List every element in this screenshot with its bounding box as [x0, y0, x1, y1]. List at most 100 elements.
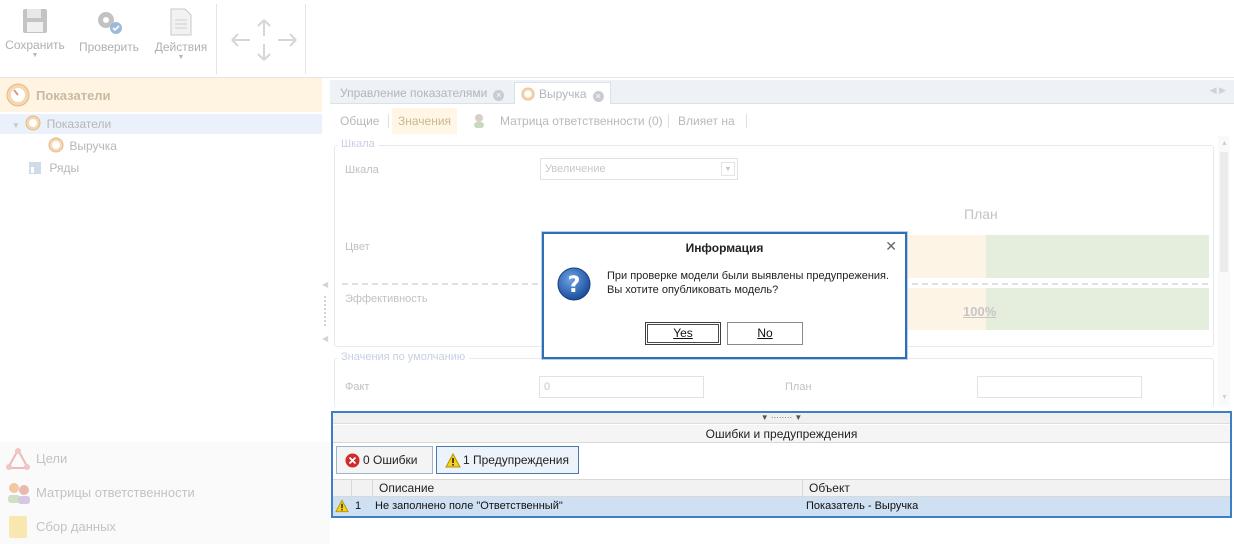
splitter-handle[interactable] [324, 296, 326, 326]
left-navigation: Показатели ▼ Показатели Выручка Ряды Цел… [0, 78, 330, 544]
scroll-down-icon[interactable]: ▼ [1221, 394, 1228, 401]
tree-item-series[interactable]: Ряды [28, 159, 79, 177]
subtab-influences[interactable]: Влияет на [672, 108, 741, 134]
warnings-filter-button[interactable]: 1 Предупреждения [436, 446, 579, 474]
warning-icon [335, 499, 349, 513]
ribbon-toolbar: Сохранить ▼ Проверить Действия ▼ [0, 0, 1234, 78]
no-button[interactable]: No [727, 322, 803, 345]
grid-header: Описание Объект [333, 479, 1230, 497]
svg-text:?: ? [568, 273, 581, 298]
subtab-responsibility-matrix[interactable]: Матрица ответственности (0) [494, 108, 669, 134]
nav-data-collection-label: Сбор данных [36, 519, 116, 534]
scale-group-title: Шкала [337, 138, 379, 150]
scale-label: Шкала [345, 164, 379, 176]
close-icon[interactable]: ✕ [885, 238, 897, 255]
tree-item-revenue[interactable]: Выручка [48, 137, 117, 155]
color-cell-plan [986, 235, 1209, 278]
plan-column-header: План [964, 206, 998, 222]
gauge-icon [6, 83, 30, 107]
check-button[interactable]: Проверить [76, 4, 142, 72]
document-tabs: Управление показателями × Выручка × ◀ ▶ [330, 80, 1234, 104]
tree-item-label: Показатели [46, 117, 112, 131]
panel-caption: Ошибки и предупреждения [333, 425, 1230, 443]
tab-indicators-management[interactable]: Управление показателями × [334, 82, 510, 104]
errors-filter-button[interactable]: 0 Ошибки [336, 446, 433, 474]
dropdown-arrow-icon: ▼ [177, 54, 185, 61]
splitter-arrow-icon[interactable]: ◀ [322, 334, 328, 343]
information-dialog: Информация ✕ ? При проверке модели были … [542, 232, 907, 359]
column-header-object[interactable]: Объект [802, 480, 1230, 497]
dialog-title: Информация [685, 241, 764, 255]
efficiency-cell-plan [986, 288, 1209, 330]
nav-data-collection[interactable]: Сбор данных [0, 510, 330, 544]
save-icon [23, 9, 47, 33]
ribbon-separator [216, 4, 217, 74]
subtab-general[interactable]: Общие [334, 108, 385, 134]
row-number: 1 [355, 500, 362, 512]
scroll-up-icon[interactable]: ▲ [1221, 140, 1228, 147]
column-header-num [351, 480, 373, 497]
dialog-message-line1: При проверке модели были выявлены предуп… [607, 270, 890, 282]
splitter-arrow-icon[interactable]: ◀ [322, 280, 328, 289]
row-object: Показатель - Выручка [806, 500, 919, 512]
expand-arrow-icon[interactable]: ▼ [12, 121, 20, 130]
gauge-icon [48, 137, 64, 153]
scale-select-value: Увеличение [545, 163, 606, 175]
actions-button[interactable]: Действия ▼ [148, 4, 214, 72]
plan-input[interactable] [977, 376, 1142, 398]
error-icon [345, 453, 360, 468]
move-arrows-icon[interactable] [228, 16, 300, 62]
tree-item-label: Выручка [69, 139, 117, 153]
yes-button[interactable]: Yes [645, 322, 721, 345]
document-icon [170, 8, 192, 36]
tab-label: Выручка [539, 87, 587, 101]
tree-item-indicators[interactable]: ▼ Показатели [12, 115, 111, 133]
people-icon [8, 483, 30, 504]
scale-select[interactable]: Увеличение ▼ [540, 158, 738, 180]
question-icon: ? [557, 267, 591, 301]
dialog-message-line2: Вы хотите опубликовать модель? [607, 284, 779, 296]
panel-splitter-grip[interactable]: ▼ ········ ▼ [333, 413, 1230, 424]
nav-goals[interactable]: Цели [0, 442, 330, 476]
fact-label: Факт [345, 381, 370, 393]
gear-check-icon [98, 12, 122, 34]
chevron-down-icon[interactable]: ▼ [721, 162, 735, 176]
close-icon[interactable]: × [493, 90, 505, 101]
check-label: Проверить [78, 40, 139, 54]
warnings-filter-label: 1 Предупреждения [463, 453, 569, 467]
series-icon [29, 162, 41, 174]
separator [668, 114, 669, 128]
nav-responsibility[interactable]: Матрицы ответственности [0, 476, 330, 510]
save-button[interactable]: Сохранить ▼ [2, 4, 68, 72]
vertical-scrollbar[interactable]: ▲ ▼ [1218, 136, 1230, 406]
column-header-description[interactable]: Описание [372, 480, 803, 497]
tab-revenue[interactable]: Выручка × [514, 82, 611, 104]
tree-item-label: Ряды [49, 161, 80, 175]
ribbon-separator [305, 4, 306, 74]
detail-subtabs: Общие Значения Матрица ответственности (… [334, 108, 1214, 134]
fact-input[interactable]: 0 [539, 376, 704, 398]
nav-goals-label: Цели [36, 451, 68, 466]
save-label: Сохранить [5, 38, 65, 52]
subtab-values[interactable]: Значения [392, 108, 458, 134]
folder-icon [9, 516, 27, 538]
tab-scroll-icons[interactable]: ◀ ▶ [1210, 85, 1226, 96]
scrollbar-thumb[interactable] [1220, 152, 1228, 272]
separator [388, 114, 389, 128]
errors-filter-label: 0 Ошибки [363, 453, 418, 467]
warning-icon [445, 453, 461, 468]
efficiency-plan-value[interactable]: 100% [963, 304, 996, 319]
no-button-label: No [757, 326, 773, 340]
color-cell-neutral [906, 235, 986, 278]
nav-header[interactable]: Показатели [0, 78, 322, 112]
defaults-group-title: Значения по умолчанию [337, 351, 470, 363]
errors-warnings-panel: ▼ ········ ▼ Ошибки и предупреждения 0 О… [331, 411, 1232, 518]
nav-header-title: Показатели [36, 88, 111, 103]
gauge-icon [521, 87, 535, 101]
table-row[interactable]: 1 Не заполнено поле "Ответственный" Пока… [333, 497, 1230, 516]
person-icon [474, 114, 484, 128]
close-icon[interactable]: × [592, 91, 604, 102]
goals-icon [6, 448, 30, 470]
efficiency-label: Эффективность [345, 293, 428, 305]
separator [746, 114, 747, 128]
